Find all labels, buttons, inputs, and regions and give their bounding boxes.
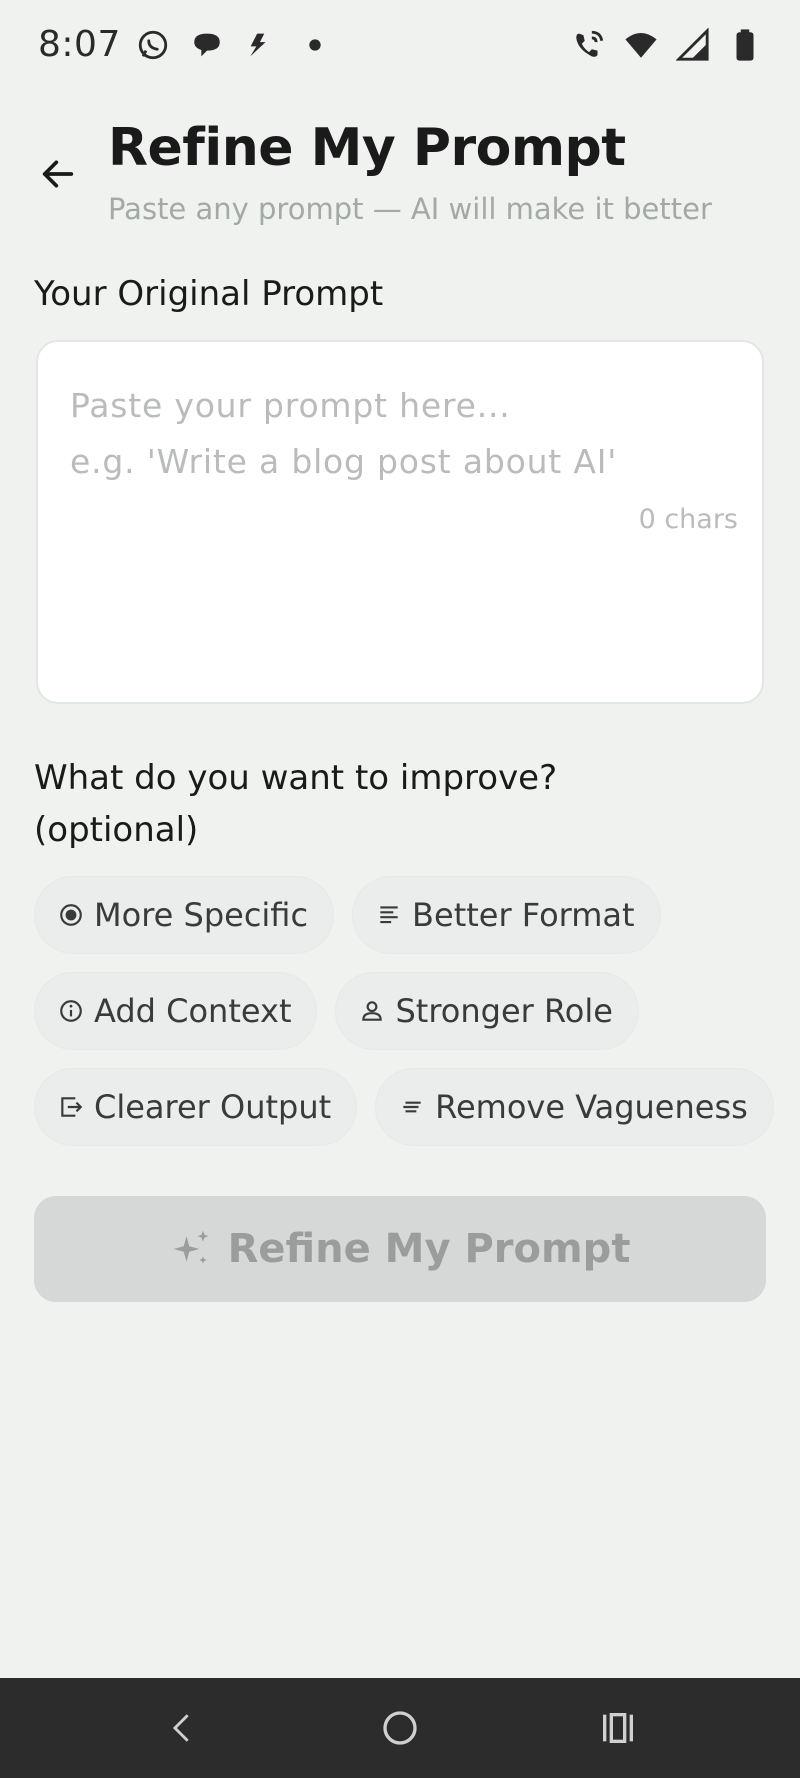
chip-label: More Specific: [94, 896, 309, 934]
sparkle-icon: [170, 1227, 228, 1271]
home-circle-icon: [380, 1708, 420, 1748]
chip-label: Add Context: [94, 992, 292, 1030]
chip-clearer-output[interactable]: Clearer Output: [34, 1068, 358, 1146]
target-icon: [58, 902, 84, 928]
refine-button[interactable]: Refine My Prompt: [34, 1196, 766, 1302]
original-prompt-label: Your Original Prompt: [34, 274, 384, 314]
nav-recents-button[interactable]: [592, 1702, 644, 1754]
improve-label: What do you want to improve? (optional): [34, 758, 558, 850]
back-button[interactable]: [32, 148, 84, 200]
page-subtitle: Paste any prompt — AI will make it bette…: [108, 192, 712, 226]
chip-label: Clearer Output: [94, 1088, 332, 1126]
output-icon: [58, 1094, 84, 1120]
chip-label: Better Format: [412, 896, 635, 934]
header: Refine My Prompt Paste any prompt — AI w…: [0, 110, 800, 240]
nav-home-button[interactable]: [374, 1702, 426, 1754]
text-lines-icon: [376, 902, 402, 928]
arrow-left-icon: [38, 154, 78, 194]
status-time: 8:07: [38, 24, 121, 65]
whatsapp-icon: [136, 28, 170, 62]
status-bar: 8:07: [0, 0, 800, 92]
refine-button-label: Refine My Prompt: [227, 1226, 631, 1272]
chip-better-format[interactable]: Better Format: [352, 876, 661, 954]
wifi-call-icon: [572, 28, 606, 62]
nav-back-button[interactable]: [156, 1702, 208, 1754]
chip-more-specific[interactable]: More Specific: [34, 876, 335, 954]
bolt-icon: [244, 28, 278, 62]
page-title: Refine My Prompt: [108, 118, 626, 178]
recents-icon: [598, 1708, 638, 1748]
battery-icon: [728, 28, 762, 62]
chip-add-context[interactable]: Add Context: [34, 972, 318, 1050]
improve-options: More Specific Better Format Add Context …: [34, 876, 774, 1164]
person-icon: [359, 998, 385, 1024]
original-prompt-input[interactable]: [70, 378, 630, 678]
chip-label: Remove Vagueness: [435, 1088, 748, 1126]
short-text-icon: [399, 1094, 425, 1120]
signal-icon: [676, 28, 710, 62]
chat-bubble-icon: [190, 28, 224, 62]
dot-icon: [298, 28, 332, 62]
system-icons: [572, 28, 762, 62]
notification-icons: [136, 28, 332, 62]
char-count: 0 chars: [638, 504, 738, 535]
back-chevron-icon: [165, 1711, 199, 1745]
info-icon: [58, 998, 84, 1024]
chip-stronger-role[interactable]: Stronger Role: [335, 972, 639, 1050]
chip-label: Stronger Role: [395, 992, 613, 1030]
system-nav-bar: [0, 1678, 800, 1778]
original-prompt-card: 0 chars: [36, 340, 764, 704]
wifi-icon: [624, 28, 658, 62]
chip-remove-vagueness[interactable]: Remove Vagueness: [375, 1068, 774, 1146]
